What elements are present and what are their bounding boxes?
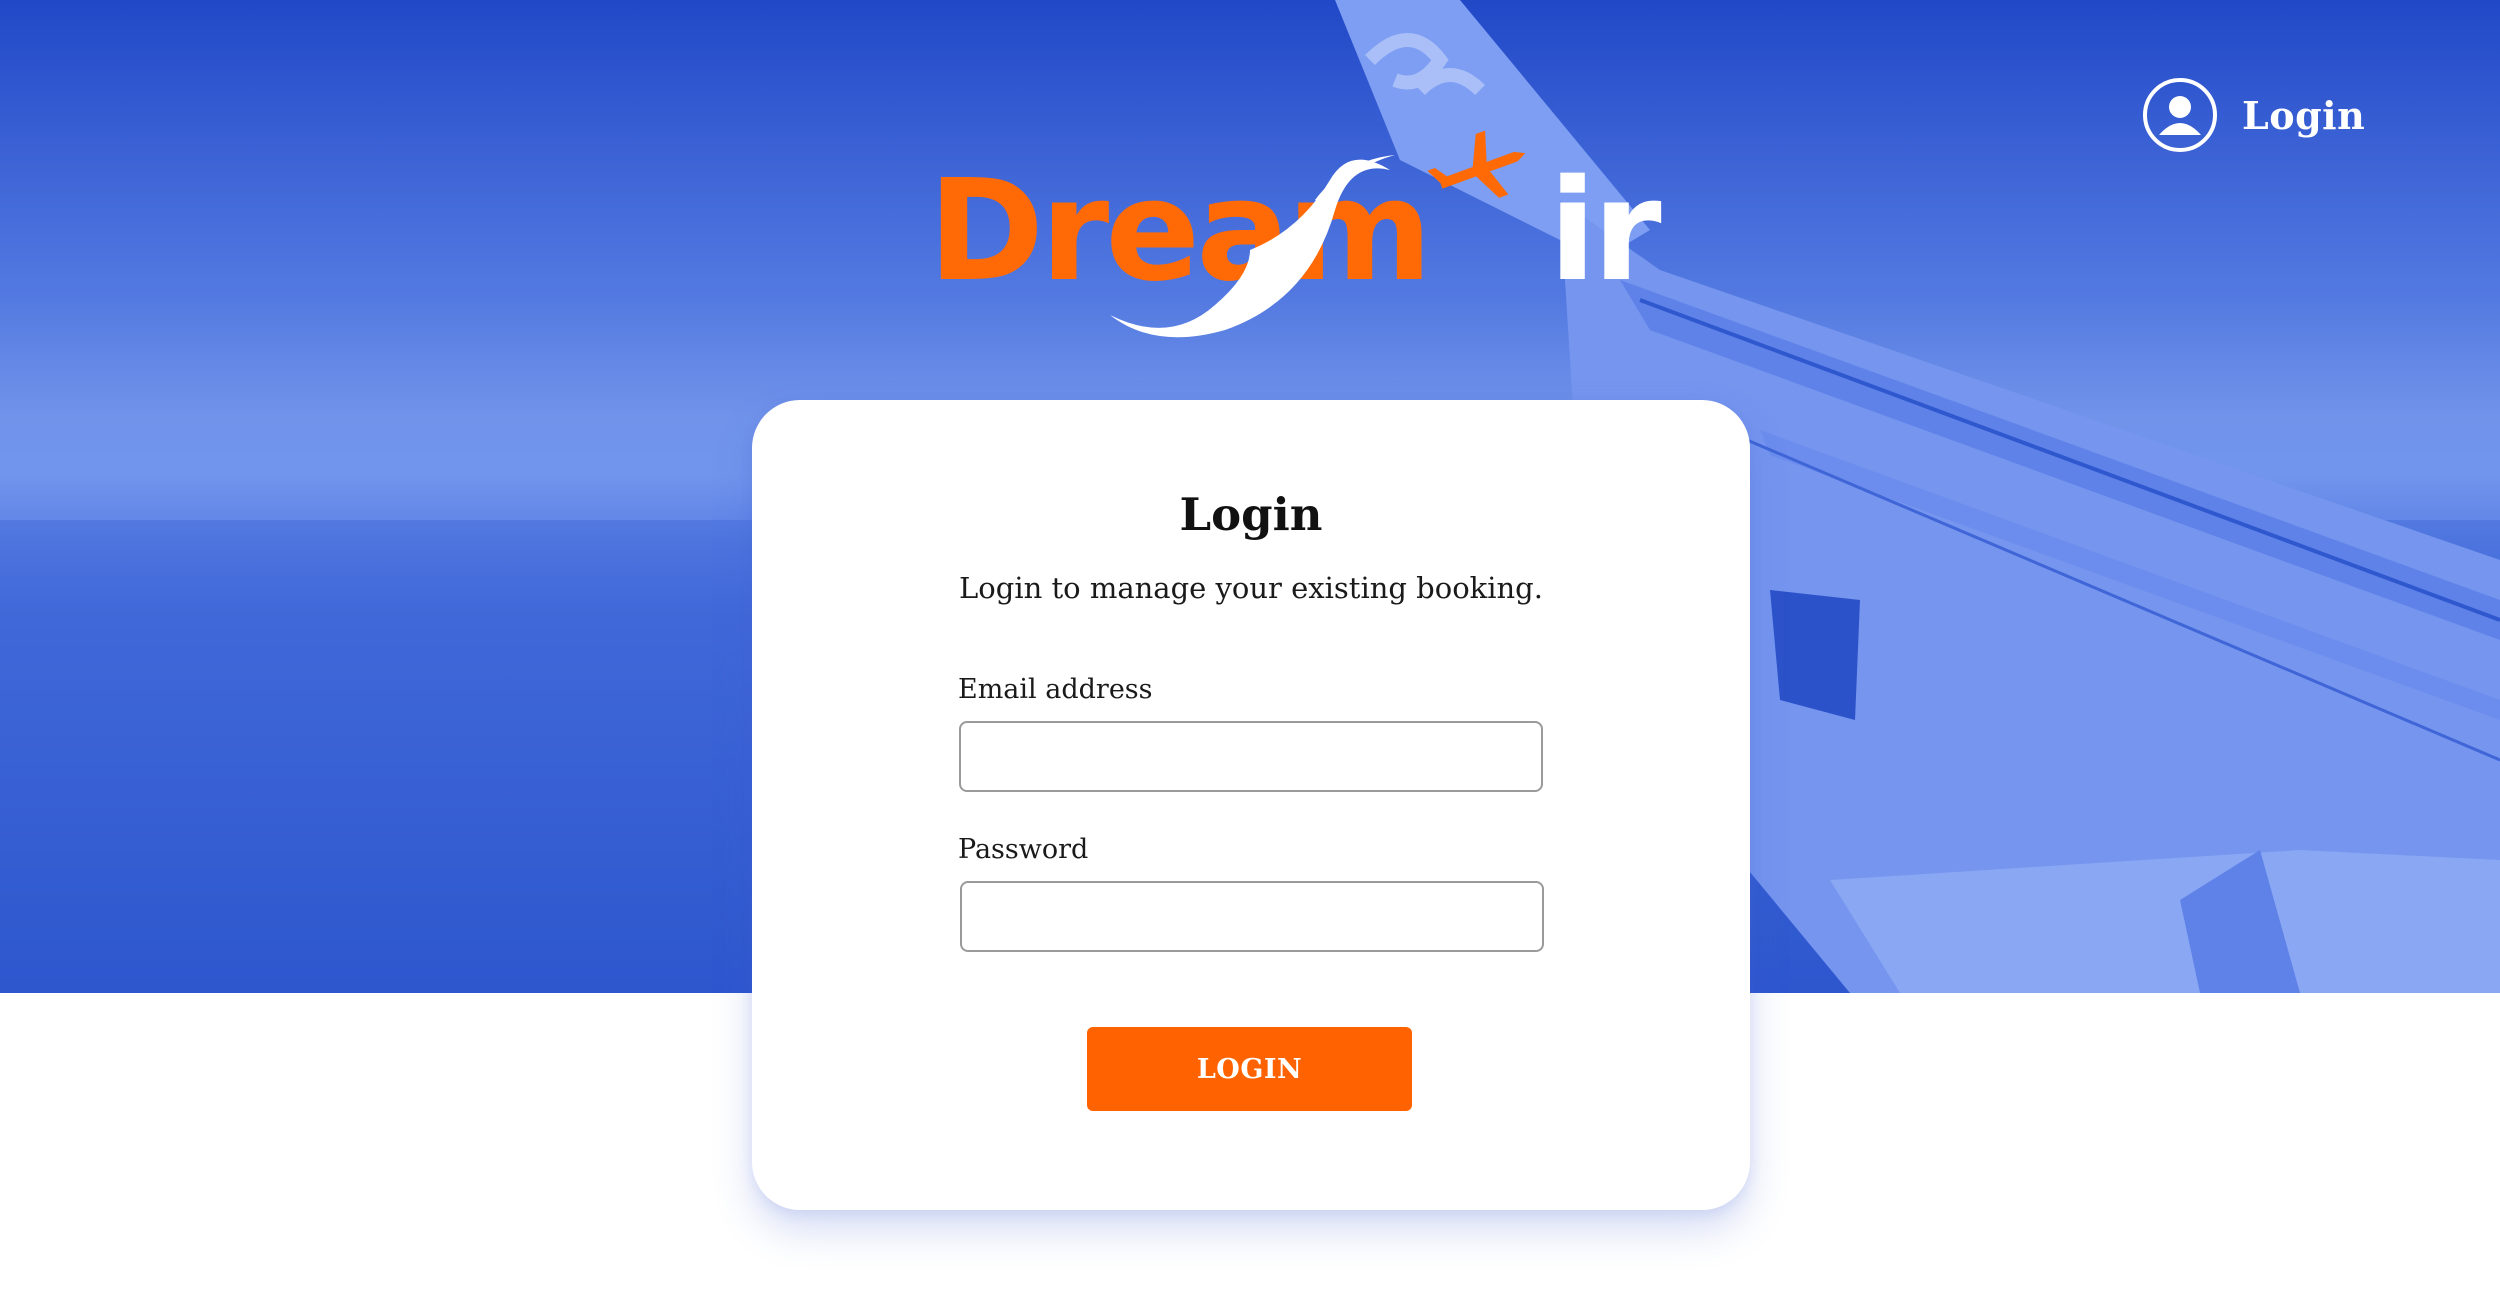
email-field[interactable] xyxy=(959,721,1543,792)
login-submit-button[interactable]: LOGIN xyxy=(1087,1027,1412,1111)
header-login-label: Login xyxy=(2242,92,2366,138)
login-card: Login Login to manage your existing book… xyxy=(752,400,1750,1210)
login-card-title: Login xyxy=(1179,488,1323,541)
user-circle-icon xyxy=(2143,78,2217,152)
header-login-link[interactable]: Login xyxy=(2142,76,2365,154)
dreamair-logo[interactable]: Dream ir xyxy=(920,130,1662,350)
airplane-swoosh-icon xyxy=(1110,130,1526,338)
login-card-subtitle: Login to manage your existing booking. xyxy=(959,571,1543,605)
email-label: Email address xyxy=(958,674,1153,705)
password-label: Password xyxy=(958,834,1089,865)
login-page: Login Dream ir Login Login to manage your… xyxy=(0,0,2500,1311)
password-field[interactable] xyxy=(960,881,1544,952)
